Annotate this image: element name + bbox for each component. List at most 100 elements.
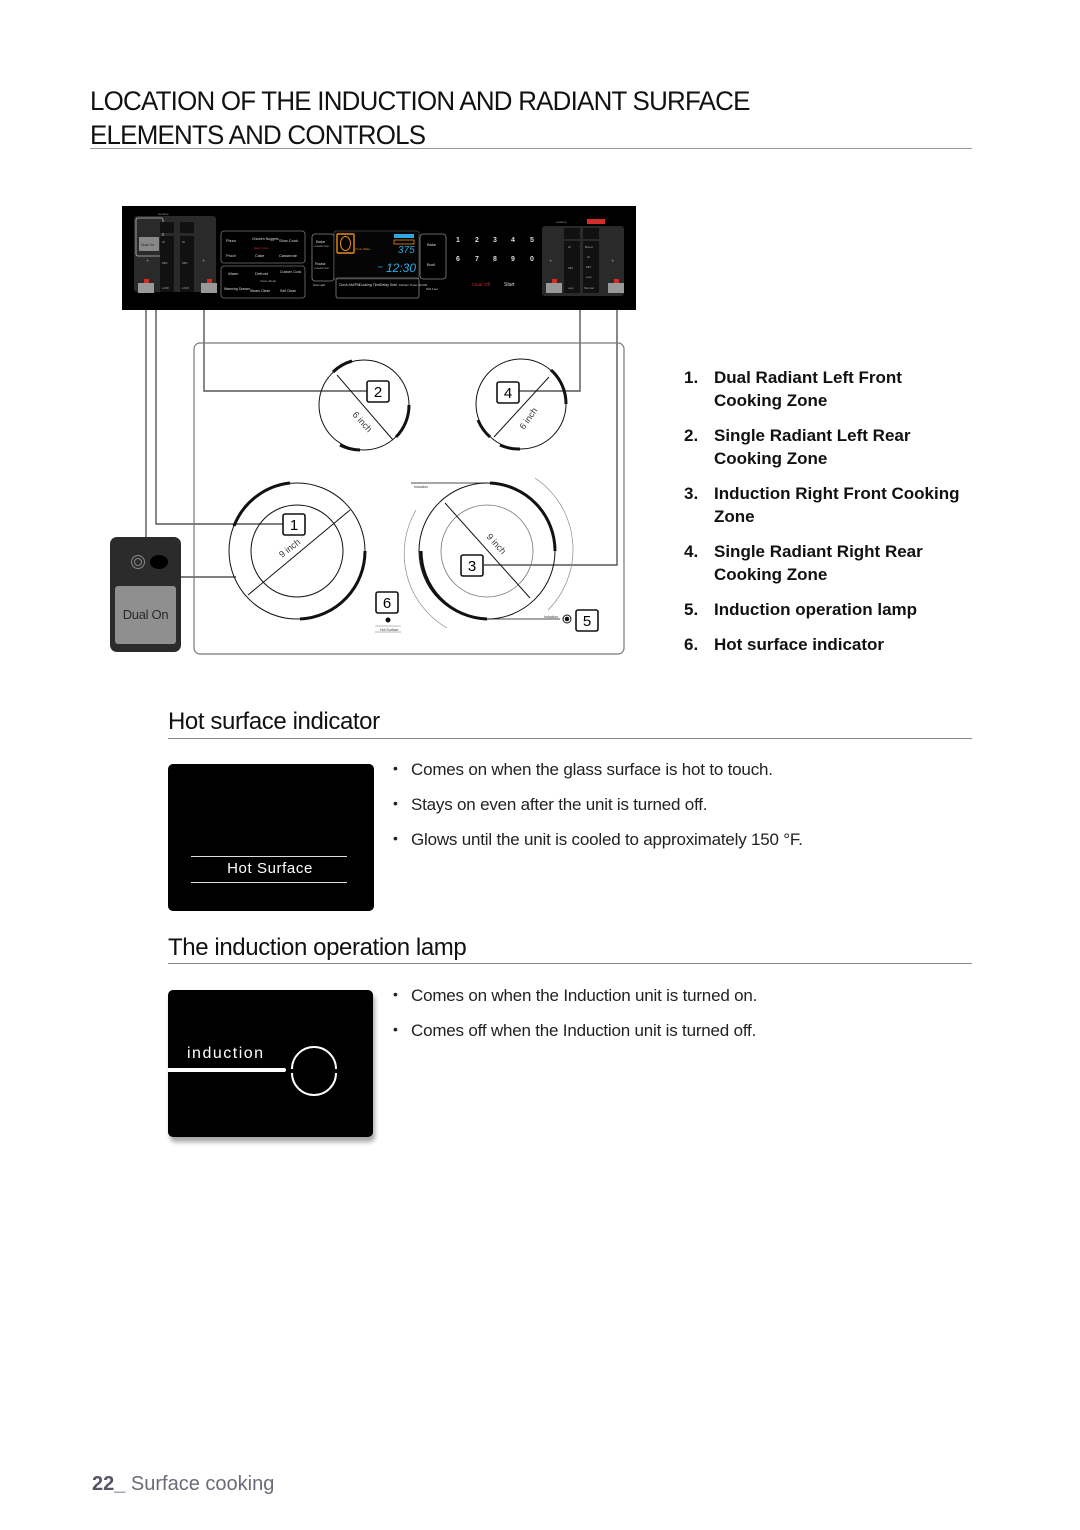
svg-text:375: 375 <box>398 245 415 256</box>
svg-text:Dual On: Dual On <box>141 243 154 247</box>
easy-cook-buttons: Pizza Chicken Nuggets Slow Cook Easy Coo… <box>220 230 306 299</box>
svg-text:Clean Mode: Clean Mode <box>260 279 277 283</box>
bullet-item: • Stays on even after the unit is turned … <box>393 795 708 814</box>
svg-text:4: 4 <box>511 237 515 244</box>
svg-text:2: 2 <box>374 384 382 401</box>
svg-text:cooktop: cooktop <box>158 212 169 216</box>
svg-text:Proof: Proof <box>226 253 236 258</box>
oven-display: Conv. Bake 375 12:30 PM <box>333 230 420 280</box>
dual-on-control: Dual On <box>110 537 181 652</box>
svg-text:Clock AM/PM: Clock AM/PM <box>339 283 360 287</box>
legend-item: 6. Hot surface indicator <box>684 635 885 654</box>
timer-buttons: Clock AM/PM Cooking Time Delay Start Kit… <box>335 277 427 299</box>
zone-3-burner: 9 inch Induction Induction <box>403 477 574 629</box>
svg-text:CONVECTION: CONVECTION <box>314 268 329 270</box>
callout-4: 4 <box>496 381 520 404</box>
zone-3-size-label: 9 inch <box>485 532 509 557</box>
svg-text:5: 5 <box>583 613 591 630</box>
svg-text:6: 6 <box>383 595 391 612</box>
bullet-item: • Comes on when the Induction unit is tur… <box>393 986 758 1005</box>
induction-label: induction <box>187 1045 265 1062</box>
legend-item: 2. Single Radiant Left Rear Cooking Zone <box>684 426 911 468</box>
callout-6: 6 <box>375 591 399 614</box>
svg-text:+: + <box>549 259 553 265</box>
svg-text:Warm: Warm <box>228 271 239 276</box>
svg-text:Self Clean: Self Clean <box>280 289 296 293</box>
svg-text:Low: Low <box>568 286 574 290</box>
dual-on-button[interactable]: Dual On <box>115 586 176 644</box>
svg-text:Defrost: Defrost <box>255 271 269 276</box>
svg-text:Mid: Mid <box>586 265 591 269</box>
zone-1-size-label: 9 inch <box>277 537 302 560</box>
svg-text:Custom Cook: Custom Cook <box>280 270 301 274</box>
svg-text:MID: MID <box>182 261 188 265</box>
svg-text:+: + <box>202 259 206 265</box>
svg-text:Broil: Broil <box>427 262 435 267</box>
svg-text:Bake: Bake <box>427 242 437 247</box>
svg-text:Oven Light: Oven Light <box>313 284 325 287</box>
number-keypad: 1 2 3 4 5 6 7 8 9 0 Clear Off Start <box>456 237 534 288</box>
svg-text:Start: Start <box>504 282 515 288</box>
control-panel: cooktop Dual On HI HI MID MID LOW LOW + … <box>122 206 636 310</box>
svg-text:HI: HI <box>568 245 571 249</box>
left-cooktop-controls: cooktop Dual On HI HI MID MID LOW LOW + … <box>134 212 217 293</box>
svg-text:7: 7 <box>475 256 479 263</box>
svg-text:Simmer: Simmer <box>584 286 594 290</box>
svg-text:9: 9 <box>511 256 515 263</box>
induction-bar <box>168 1068 286 1072</box>
svg-text:Easy Cook: Easy Cook <box>254 246 269 250</box>
hot-surface-indicator-image: Hot Surface <box>168 764 374 911</box>
svg-text:1: 1 <box>456 237 460 244</box>
lamp-induction-label: Induction <box>544 615 558 619</box>
right-front-on-off-button[interactable] <box>608 283 624 293</box>
svg-text:Conv. Bake: Conv. Bake <box>355 247 371 251</box>
svg-text:Delay Start: Delay Start <box>380 283 397 287</box>
right-cooktop-controls: cooktop HI Mid Low Boost HI Mid Low Simm… <box>542 219 624 296</box>
svg-text:Clear Off: Clear Off <box>472 282 491 287</box>
page-number: 22_ <box>92 1473 126 1495</box>
hot-surface-small-label: Hot Surface <box>380 628 399 632</box>
callout-2: 2 <box>366 380 390 403</box>
zone-4-burner: 6 inch <box>475 358 568 451</box>
left-rear-on-off-button[interactable] <box>201 283 217 293</box>
divider <box>191 856 347 857</box>
svg-text:Chicken Nuggets: Chicken Nuggets <box>252 237 279 241</box>
svg-text:Slow Cook: Slow Cook <box>279 238 298 243</box>
callout-3: 3 <box>460 554 484 577</box>
section-divider <box>168 738 972 739</box>
bullet-item: • Comes off when the Induction unit is tu… <box>393 1021 757 1040</box>
svg-text:HI: HI <box>182 240 185 244</box>
svg-text:2: 2 <box>475 237 479 244</box>
svg-text:5: 5 <box>530 237 534 244</box>
zone-1-burner: 9 inch <box>228 481 367 621</box>
zone-4-size-label: 6 inch <box>517 406 539 431</box>
svg-text:0: 0 <box>530 256 534 263</box>
svg-text:LOW: LOW <box>162 286 169 290</box>
callout-5: 5 <box>575 609 599 632</box>
svg-text:8: 8 <box>493 256 497 263</box>
left-front-on-off-button[interactable] <box>138 283 154 293</box>
svg-text:4: 4 <box>504 385 512 402</box>
svg-text:1: 1 <box>290 517 298 534</box>
bullet-item: • Glows until the unit is cooled to appro… <box>393 830 803 849</box>
connector-line-dual-on <box>145 296 236 578</box>
svg-text:Low: Low <box>586 275 592 279</box>
svg-text:PM: PM <box>378 265 383 269</box>
callout-1: 1 <box>282 513 306 536</box>
svg-text:CONVECTION: CONVECTION <box>314 246 329 248</box>
svg-text:HI: HI <box>587 255 590 259</box>
svg-text:Steam Clean: Steam Clean <box>250 289 270 293</box>
zone-legend: 1. Dual Radiant Left Front Cooking Zone 2… <box>684 366 984 668</box>
svg-text:HI: HI <box>162 240 165 244</box>
svg-text:MID: MID <box>162 261 168 265</box>
footer-section: Surface cooking <box>125 1473 275 1495</box>
dual-ring-icon <box>131 555 145 569</box>
section-divider <box>168 963 972 964</box>
right-rear-on-off-button[interactable] <box>546 283 562 293</box>
induction-lamp-image: induction <box>168 990 373 1137</box>
svg-text:+: + <box>611 259 615 265</box>
hot-surface-bullets: • Comes on when the glass surface is hot … <box>393 760 803 865</box>
indicator-lamp-icon <box>150 555 168 569</box>
svg-text:Cake: Cake <box>255 253 265 258</box>
svg-text:12:30: 12:30 <box>386 261 416 275</box>
